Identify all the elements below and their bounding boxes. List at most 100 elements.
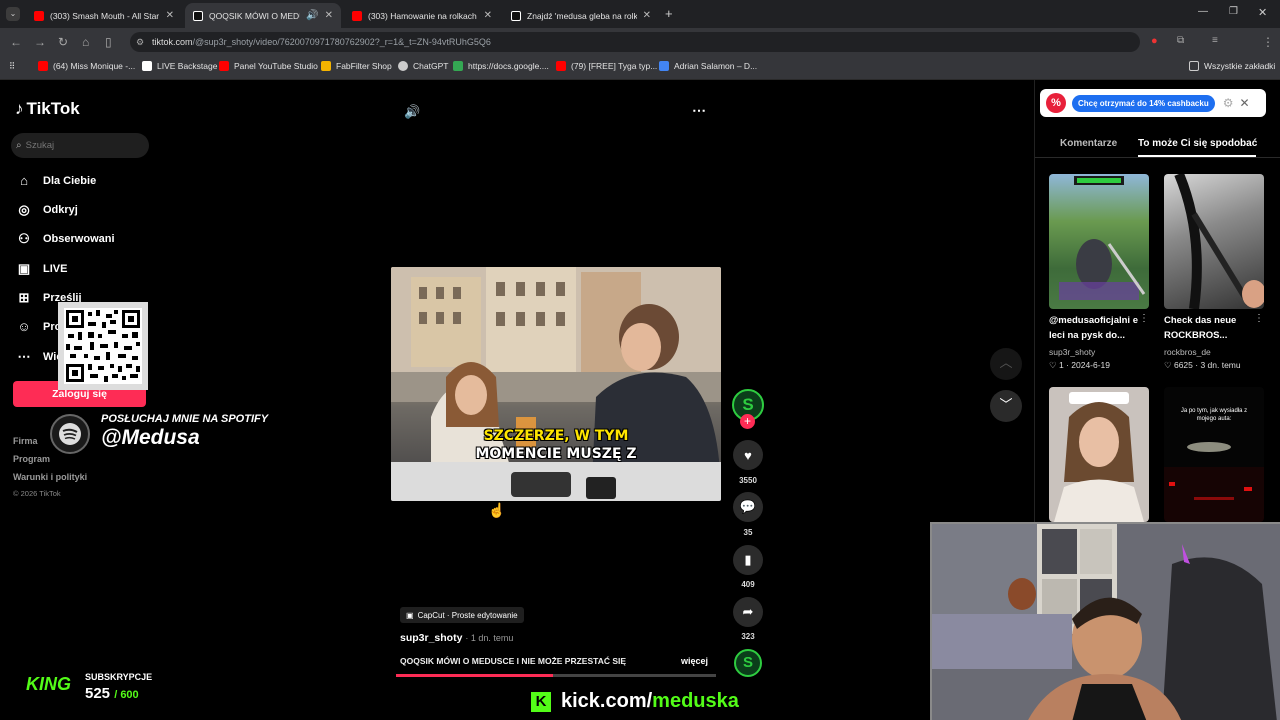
video-description: QOQSIK MÓWI O MEDUSCE I NIE MOŻE PRZESTA…	[400, 656, 627, 666]
nav-more[interactable]: ⋯ Wię	[16, 349, 63, 365]
save-button[interactable]: ▮	[733, 545, 763, 575]
new-tab-icon[interactable]: +	[665, 6, 673, 21]
all-bookmarks[interactable]: Wszystkie zakładki	[1189, 61, 1275, 71]
cashback-extension-banner[interactable]: % Chcę otrzymać do 14% cashbacku ⚙ ✕	[1040, 89, 1266, 117]
suggested-caption-2[interactable]: Check das neue ROCKBROS...	[1164, 313, 1264, 343]
volume-icon[interactable]: 🔊	[404, 104, 420, 120]
video-more-icon[interactable]: ⋯	[692, 102, 706, 119]
capcut-icon: ▣	[406, 610, 414, 620]
url-input[interactable]: tiktok.com/@sup3r_shoty/video/7620070971…	[130, 32, 1140, 52]
qr-code-graphic	[64, 308, 142, 384]
youtube-icon	[352, 10, 362, 21]
suggested-thumb-1[interactable]	[1049, 174, 1149, 309]
chevron-down-icon: ﹀	[999, 397, 1013, 412]
home-icon[interactable]: ⌂	[82, 35, 89, 49]
close-tab-icon[interactable]: ✕	[325, 10, 333, 21]
bookmark-6[interactable]: https://docs.google....	[453, 61, 549, 71]
video-author-line: sup3r_shoty · 1 dn. temu	[400, 632, 513, 644]
video-player[interactable]: SZCZERZE, W TYM MOMENCIE MUSZĘ Z	[391, 267, 721, 501]
browser-tab-4[interactable]: Znajdź 'medusa gleba na rolkac ✕	[503, 3, 659, 28]
previous-video-button[interactable]: ︿	[990, 348, 1022, 380]
restore-icon[interactable]: ❐	[1229, 6, 1238, 17]
comment-button[interactable]: 💬	[733, 492, 763, 522]
qr-code	[58, 302, 148, 390]
close-tab-icon[interactable]: ✕	[166, 10, 174, 21]
bookmarks-bar: ⠿ (64) Miss Monique -... LIVE Backstage …	[0, 56, 1280, 80]
footer-company[interactable]: Firma	[13, 436, 38, 446]
suggested-thumb-4[interactable]: Ja po tym, jak wysiadła z mojego auta:	[1164, 387, 1264, 522]
author-name[interactable]: sup3r_shoty	[400, 632, 462, 644]
tiktok-logo[interactable]: ♪ TikTok	[15, 99, 80, 119]
close-tab-icon[interactable]: ✕	[484, 10, 492, 21]
tab-search-icon[interactable]: ⌄	[6, 7, 20, 21]
nav-live[interactable]: ▣ LIVE	[16, 261, 68, 277]
hand-cursor-icon: ☝	[488, 502, 506, 518]
search-box[interactable]: ⌕	[11, 133, 149, 158]
menu-kebab-icon[interactable]: ⋮	[1262, 35, 1274, 49]
back-icon[interactable]: ←	[10, 35, 22, 49]
search-input[interactable]	[25, 140, 136, 151]
youtube-icon	[219, 61, 229, 71]
follow-plus-icon[interactable]: +	[740, 414, 755, 429]
thumb-2-more-icon[interactable]: ⋮	[1254, 313, 1264, 324]
media-icon[interactable]: ≡	[1212, 35, 1218, 46]
forward-icon[interactable]: →	[34, 35, 46, 49]
suggested-caption-1[interactable]: @medusaoficjalni e leci na pysk do...	[1049, 313, 1149, 343]
bookmark-8[interactable]: Adrian Salamon – D...	[659, 61, 757, 71]
tab-comments[interactable]: Komentarze	[1060, 138, 1117, 149]
tab-suggested[interactable]: To może Ci się spodobać	[1138, 138, 1257, 149]
nav-profile[interactable]: ☺ Pro	[16, 319, 61, 334]
close-icon[interactable]: ✕	[1239, 96, 1249, 110]
speaker-icon[interactable]: 🔊	[306, 10, 318, 21]
cashback-logo-icon: %	[1046, 93, 1066, 113]
cashback-button[interactable]: Chcę otrzymać do 14% cashbacku	[1072, 94, 1215, 112]
spotify-icon	[59, 423, 81, 445]
thumb-1-more-icon[interactable]: ⋮	[1139, 313, 1149, 324]
live-icon: ▣	[17, 261, 31, 276]
bookmark-1[interactable]: (64) Miss Monique -...	[38, 61, 135, 71]
window-close-icon[interactable]: ✕	[1258, 6, 1267, 19]
extensions-icon[interactable]: ⧉	[1177, 35, 1184, 46]
more-link[interactable]: więcej	[681, 656, 708, 666]
suggested-thumb-3[interactable]	[1049, 387, 1149, 522]
next-video-button[interactable]: ﹀	[990, 390, 1022, 422]
browser-tab-2[interactable]: QOQSIK MÓWI O MEDUSC 🔊 ✕	[185, 3, 341, 28]
like-button[interactable]: ♥	[733, 440, 763, 470]
browser-tab-3[interactable]: (303) Hamowanie na rolkach T ✕	[344, 3, 500, 28]
suggested-thumb-2[interactable]	[1164, 174, 1264, 309]
bookmark-5[interactable]: ChatGPT	[398, 61, 448, 71]
share-button[interactable]: ➦	[733, 597, 763, 627]
compass-icon: ◎	[18, 202, 30, 217]
sound-disc[interactable]: S	[734, 649, 762, 677]
minimize-icon[interactable]: —	[1198, 6, 1208, 17]
video-progress-bar[interactable]	[396, 674, 716, 677]
youtube-icon	[34, 10, 44, 21]
nav-for-you[interactable]: ⌂ Dla Ciebie	[16, 173, 96, 188]
bookmark-2[interactable]: LIVE Backstage	[142, 61, 217, 71]
sidepanel-icon[interactable]: ▯	[105, 35, 112, 49]
site-info-icon[interactable]: ⚙	[136, 37, 144, 48]
tiktok-icon	[193, 10, 203, 21]
webcam-image	[932, 524, 1280, 720]
suggested-meta-2: ♡ 6625 · 3 dn. temu	[1164, 360, 1241, 370]
apps-icon[interactable]: ⠿	[9, 61, 15, 72]
tiktok-icon	[142, 61, 152, 71]
comment-count: 35	[743, 528, 753, 537]
suggested-author-1[interactable]: sup3r_shoty	[1049, 347, 1095, 357]
settings-gear-icon[interactable]: ⚙	[1223, 96, 1234, 110]
webcam-overlay	[930, 522, 1280, 720]
extension-red-icon[interactable]: ●	[1151, 35, 1158, 47]
bookmark-4[interactable]: FabFilter Shop	[321, 61, 392, 71]
suggested-author-2[interactable]: rockbros_de	[1164, 347, 1211, 357]
nav-explore[interactable]: ◎ Odkryj	[16, 202, 78, 218]
reload-icon[interactable]: ↻	[58, 35, 68, 49]
nav-following[interactable]: ⚇ Obserwowani	[16, 231, 114, 247]
bookmark-3[interactable]: Panel YouTube Studio	[219, 61, 318, 71]
bookmark-7[interactable]: (79) [FREE] Tyga typ...	[556, 61, 657, 71]
footer-program[interactable]: Program	[13, 454, 50, 464]
close-tab-icon[interactable]: ✕	[643, 10, 651, 21]
browser-tab-1[interactable]: (303) Smash Mouth - All Star - Y ✕	[26, 3, 182, 28]
footer-terms[interactable]: Warunki i polityki	[13, 472, 87, 482]
docs-icon	[453, 61, 463, 71]
capcut-badge[interactable]: ▣ CapCut · Proste edytowanie	[400, 607, 524, 623]
